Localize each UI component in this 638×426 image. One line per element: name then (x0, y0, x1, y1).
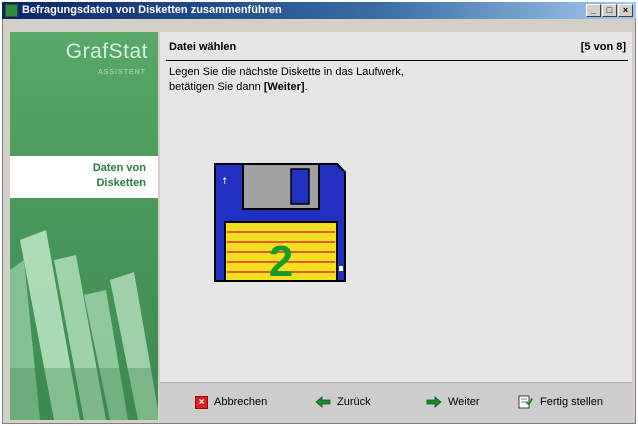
step-counter: [5 von 8] (580, 41, 626, 53)
current-step-label: Daten von Disketten (10, 156, 158, 198)
x-icon: × (195, 395, 208, 409)
button-bar: × Abbrechen Zurück Weiter Fertig stellen (160, 382, 632, 420)
svg-text:↑: ↑ (221, 177, 229, 187)
back-label: Zurück (337, 396, 371, 408)
minimize-button[interactable]: _ (586, 4, 601, 17)
wizard-content: Datei wählen [5 von 8] Legen Sie die näc… (160, 32, 632, 382)
wizard-sidebar: GrafStat ASSISTENT Daten von Disketten (10, 32, 158, 420)
brand-subtitle: ASSISTENT (98, 69, 146, 76)
arrow-right-icon (426, 396, 442, 408)
maximize-button[interactable]: □ (602, 4, 617, 17)
instruction-prefix: betätigen Sie dann (169, 81, 264, 93)
floppy-disk-icon: ↑ 2 (214, 163, 346, 285)
instruction-line2: betätigen Sie dann [Weiter]. (169, 80, 404, 95)
cancel-button[interactable]: × Abbrechen (195, 394, 267, 410)
instruction-text: Legen Sie die nächste Diskette in das La… (169, 65, 404, 95)
bar-chart-graphic (10, 230, 158, 420)
finish-button[interactable]: Fertig stellen (518, 394, 603, 410)
cancel-label: Abbrechen (214, 396, 268, 408)
disk-number: 2 (269, 237, 293, 285)
close-button[interactable]: × (618, 4, 633, 17)
step-label-line2: Disketten (96, 177, 146, 189)
brand-logo: GrafStat (65, 40, 148, 63)
page-title: Datei wählen (169, 41, 237, 53)
window-title: Befragungsdaten von Disketten zusammenfü… (22, 4, 282, 16)
next-button[interactable]: Weiter (426, 394, 480, 410)
app-icon (5, 4, 18, 17)
instruction-suffix: . (304, 81, 308, 93)
header-divider (166, 60, 628, 61)
instruction-line1: Legen Sie die nächste Diskette in das La… (169, 66, 404, 78)
back-button[interactable]: Zurück (315, 394, 371, 410)
finish-label: Fertig stellen (540, 396, 603, 408)
instruction-bold-button-ref: [Weiter] (263, 81, 305, 93)
document-check-icon (518, 395, 533, 409)
arrow-left-icon (315, 396, 331, 408)
title-bar: Befragungsdaten von Disketten zusammenfü… (2, 2, 636, 19)
step-label-line1: Daten von (92, 162, 146, 174)
next-label: Weiter (448, 396, 480, 408)
